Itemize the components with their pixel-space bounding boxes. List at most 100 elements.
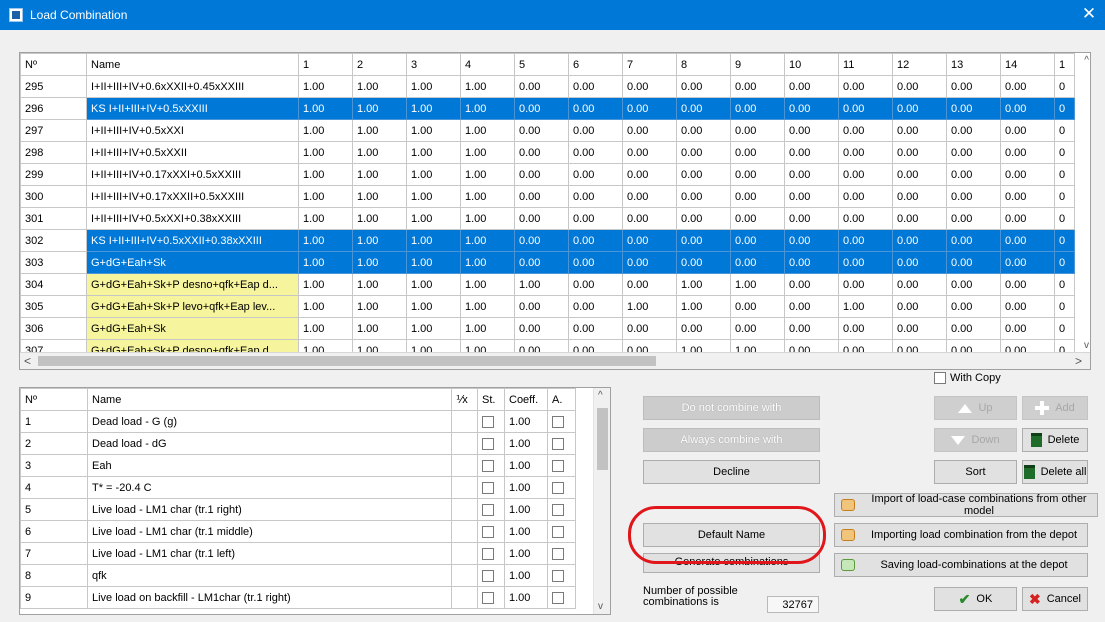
table-row[interactable]: 298 I+II+III+IV+0.5xXXII 1.00 1.00 1.00 1.00 0… <box>20 141 1075 164</box>
coefficient-cell[interactable]: 1.00 <box>406 229 461 252</box>
coefficient-cell[interactable]: 0.00 <box>946 317 1001 340</box>
coefficient-cell[interactable]: 1.00 <box>460 97 515 120</box>
coefficient-cell[interactable]: 0.00 <box>838 185 893 208</box>
combination-name-cell[interactable]: I+II+III+IV+0.17xXXI+0.5xXXIII <box>86 163 299 186</box>
coefficient-cell[interactable]: 1.00 <box>406 251 461 274</box>
coefficient-cell[interactable]: 0.00 <box>730 251 785 274</box>
coefficient-cell[interactable]: 0.00 <box>514 75 569 98</box>
combination-name-cell[interactable]: G+dG+Eah+Sk+P levo+qfk+Eap lev... <box>86 295 299 318</box>
coefficient-cell[interactable]: 0.00 <box>1000 75 1055 98</box>
coefficient-cell[interactable]: 1.00 <box>460 273 515 296</box>
coefficient-cell[interactable]: 0.00 <box>514 141 569 164</box>
load-cases-grid[interactable]: Nº Name ⅟x St. Coeff. A. 1 Dead load - G (g) 1.… <box>19 387 611 615</box>
a-checkbox[interactable] <box>552 547 564 560</box>
always-combine-button[interactable]: Always combine with <box>643 428 820 452</box>
column-header-name[interactable]: Name <box>87 388 452 411</box>
coefficient-cell[interactable]: 0.00 <box>730 317 785 340</box>
coefficient-cell[interactable]: 0.00 <box>622 251 677 274</box>
st-checkbox[interactable] <box>482 459 494 472</box>
table-row[interactable]: 3 Eah 1.00 <box>20 454 576 477</box>
column-header-2[interactable]: 2 <box>352 53 407 76</box>
coefficient-cell[interactable]: 0.00 <box>730 207 785 230</box>
row-number[interactable]: 5 <box>20 498 88 521</box>
table-row[interactable]: 305 G+dG+Eah+Sk+P levo+qfk+Eap lev... 1.00… <box>20 295 1075 318</box>
a-checkbox[interactable] <box>552 525 564 538</box>
coefficient-cell[interactable]: 0.00 <box>838 97 893 120</box>
table-row[interactable]: 8 qfk 1.00 <box>20 564 576 587</box>
row-number[interactable]: 6 <box>20 520 88 543</box>
coefficient-cell[interactable]: 0.00 <box>1000 295 1055 318</box>
column-header-no[interactable]: Nº <box>20 388 88 411</box>
coeff-cell[interactable]: 1.00 <box>504 454 548 477</box>
table-row[interactable]: 302 KS I+II+III+IV+0.5xXXII+0.38xXXIII 1.0… <box>20 229 1075 252</box>
scroll-thumb[interactable] <box>597 408 608 470</box>
combination-name-cell[interactable]: I+II+III+IV+0.6xXXII+0.45xXXIII <box>86 75 299 98</box>
coefficient-cell[interactable]: 0.00 <box>676 75 731 98</box>
import-other-model-button[interactable]: Import of load-case combinations from ot… <box>834 493 1098 517</box>
coefficient-cell[interactable]: 0.00 <box>568 295 623 318</box>
import-depot-button[interactable]: Importing load combination from the depo… <box>834 523 1088 547</box>
coefficient-cell[interactable]: 0.00 <box>838 163 893 186</box>
row-number[interactable]: 299 <box>20 163 87 186</box>
a-checkbox[interactable] <box>552 481 564 494</box>
coefficient-cell[interactable]: 1.00 <box>406 207 461 230</box>
coefficient-cell[interactable]: 0.00 <box>568 207 623 230</box>
coefficient-cell[interactable]: 0.00 <box>892 207 947 230</box>
table-row[interactable]: 9 Live load on backfill - LM1char (tr.1 r… <box>20 586 576 609</box>
coefficient-cell[interactable]: 1.00 <box>352 163 407 186</box>
coefficient-cell[interactable]: 0.00 <box>514 163 569 186</box>
coefficient-cell[interactable]: 0.00 <box>784 75 839 98</box>
coeff-cell[interactable]: 1.00 <box>504 410 548 433</box>
coefficient-cell[interactable]: 0.00 <box>622 229 677 252</box>
coefficient-cell[interactable]: 0.00 <box>568 317 623 340</box>
table-row[interactable]: 299 I+II+III+IV+0.17xXXI+0.5xXXIII 1.00 1.0… <box>20 163 1075 186</box>
load-case-name-cell[interactable]: Dead load - dG <box>87 432 452 455</box>
scroll-thumb[interactable] <box>38 356 656 366</box>
coefficient-cell[interactable]: 1.00 <box>406 97 461 120</box>
delete-button[interactable]: Delete <box>1022 428 1088 452</box>
coefficient-cell[interactable]: 0.00 <box>1000 163 1055 186</box>
coefficient-cell[interactable]: 0.00 <box>838 119 893 142</box>
coefficient-cell[interactable]: 0.00 <box>946 97 1001 120</box>
table-row[interactable]: 2 Dead load - dG 1.00 <box>20 432 576 455</box>
column-header-7[interactable]: 7 <box>622 53 677 76</box>
a-checkbox[interactable] <box>552 437 564 450</box>
column-header-8[interactable]: 8 <box>676 53 731 76</box>
scroll-up-icon[interactable]: ^ <box>1084 55 1089 66</box>
table-row[interactable]: 6 Live load - LM1 char (tr.1 middle) 1.00 <box>20 520 576 543</box>
load-case-name-cell[interactable]: Live load - LM1 char (tr.1 left) <box>87 542 452 565</box>
checkbox-icon[interactable] <box>934 372 946 384</box>
coefficient-cell[interactable]: 1.00 <box>298 75 353 98</box>
coefficient-cell[interactable]: 0.00 <box>514 207 569 230</box>
coefficient-cell[interactable]: 1.00 <box>406 317 461 340</box>
coefficient-cell[interactable]: 1.00 <box>352 207 407 230</box>
coefficient-cell[interactable]: 0.00 <box>676 119 731 142</box>
coefficient-cell[interactable]: 0.00 <box>730 295 785 318</box>
coefficient-cell[interactable]: 0.00 <box>730 97 785 120</box>
column-header-no[interactable]: Nº <box>20 53 87 76</box>
st-checkbox[interactable] <box>482 525 494 538</box>
row-number[interactable]: 4 <box>20 476 88 499</box>
coefficient-cell[interactable]: 0.00 <box>892 75 947 98</box>
coefficient-cell[interactable]: 0.00 <box>946 229 1001 252</box>
coefficient-cell[interactable]: 0.00 <box>622 75 677 98</box>
coefficient-cell[interactable]: 0 <box>1054 317 1075 340</box>
coefficient-cell[interactable]: 1.00 <box>514 273 569 296</box>
ok-button[interactable]: ✔ OK <box>934 587 1017 611</box>
scroll-right-icon[interactable]: > <box>1075 354 1082 368</box>
coefficient-cell[interactable]: 0.00 <box>946 119 1001 142</box>
coefficient-cell[interactable]: 0.00 <box>892 251 947 274</box>
coefficient-cell[interactable]: 0.00 <box>892 317 947 340</box>
coefficient-cell[interactable]: 0.00 <box>784 295 839 318</box>
coefficient-cell[interactable]: 0.00 <box>1000 185 1055 208</box>
column-header-a[interactable]: A. <box>547 388 576 411</box>
with-copy-checkbox[interactable]: With Copy <box>934 372 1001 384</box>
coefficient-cell[interactable]: 1.00 <box>352 229 407 252</box>
coefficient-cell[interactable]: 1.00 <box>406 75 461 98</box>
row-number[interactable]: 306 <box>20 317 87 340</box>
bottom-vertical-scrollbar[interactable]: ^ v <box>593 388 610 614</box>
coefficient-cell[interactable]: 0.00 <box>784 207 839 230</box>
coefficient-cell[interactable]: 0 <box>1054 141 1075 164</box>
coefficient-cell[interactable]: 1.00 <box>838 295 893 318</box>
a-checkbox[interactable] <box>552 569 564 582</box>
